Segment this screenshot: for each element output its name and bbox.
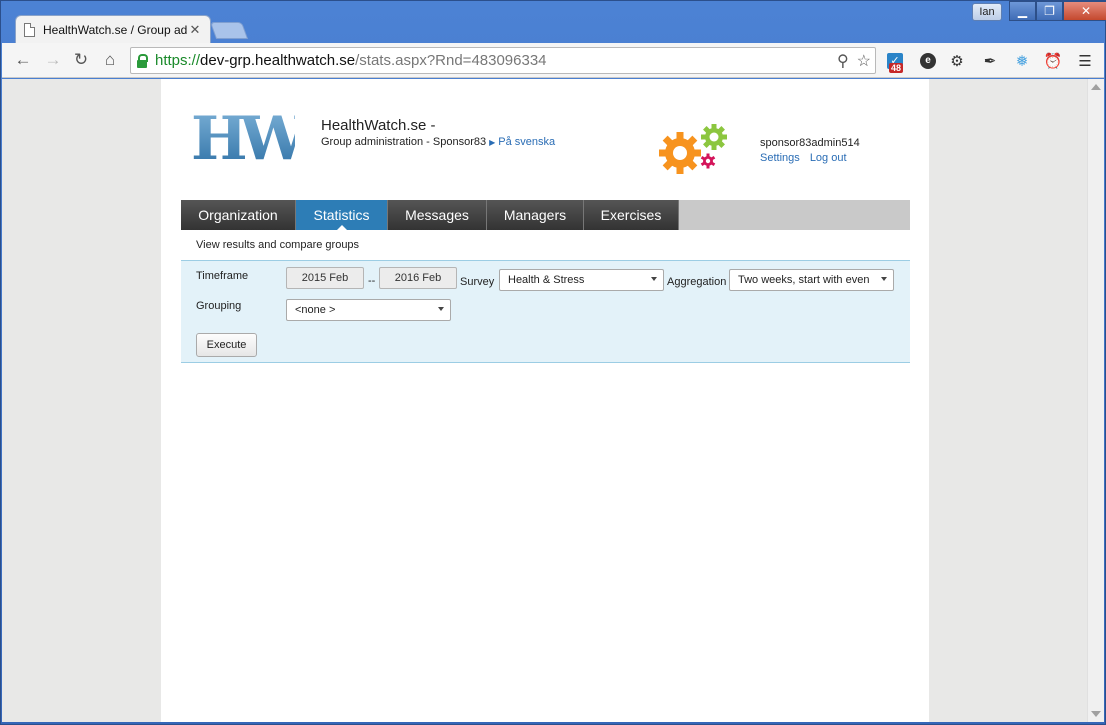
survey-select[interactable]: Health & Stress [499,269,664,291]
aggregation-select-value: Two weeks, start with even [738,274,870,286]
omnibox-actions: ⚲ ☆ [837,51,871,71]
survey-select-value: Health & Stress [508,274,585,286]
home-icon[interactable]: ⌂ [99,50,121,70]
chevron-down-icon [881,277,887,281]
grouping-select[interactable]: <none > [286,299,451,321]
maximize-button[interactable]: ❐ [1036,1,1063,21]
tab-statistics[interactable]: Statistics [296,200,388,231]
menu-icon[interactable]: ☰ [1075,51,1095,71]
close-window-button[interactable]: ✕ [1063,1,1106,21]
timeframe-label: Timeframe [196,270,249,282]
filter-panel: Timeframe 2015 Feb -- 2016 Feb Survey He… [181,260,910,363]
back-arrow-icon[interactable]: ← [12,50,34,70]
scroll-up-icon[interactable] [1091,84,1101,90]
timeframe-from-field[interactable]: 2015 Feb [286,267,364,289]
svg-text:HW: HW [191,107,295,167]
healthwatch-logo[interactable]: HW [191,104,317,174]
browser-toolbar: ← → ↻ ⌂ https://dev-grp.healthwatch.se/s… [2,43,1104,78]
eyedropper-icon[interactable]: ✒ [980,51,1000,71]
tab-messages[interactable]: Messages [388,200,487,230]
tab-organization[interactable]: Organization [181,200,296,230]
tab-title: HealthWatch.se / Group adm [43,22,188,37]
extension-badge: 48 [889,63,904,73]
minimize-button[interactable]: ▁ [1009,1,1036,21]
aggregation-label: Aggregation [667,276,727,288]
profile-badge[interactable]: Ian [972,3,1002,21]
alarm-clock-icon[interactable]: ⏰ [1043,51,1063,71]
address-bar[interactable]: https://dev-grp.healthwatch.se/stats.asp… [130,47,876,74]
extension-coin-icon[interactable]: e [918,51,938,71]
arrow-right-icon: ▶ [489,138,496,147]
window-controls: ▁ ❐ ✕ [1009,1,1106,21]
logout-link[interactable]: Log out [810,152,847,164]
tab-exercises[interactable]: Exercises [584,200,679,230]
grouping-select-value: <none > [295,304,336,316]
settings-link[interactable]: Settings [760,152,800,164]
main-nav: Organization Statistics Messages Manager… [181,200,910,231]
gears-icon [658,123,732,175]
extension-flower-icon[interactable]: ❅ [1012,51,1032,71]
execute-button[interactable]: Execute [196,333,257,357]
page-icon [24,22,35,37]
browser-window: HealthWatch.se / Group adm ✕ Ian ▁ ❐ ✕ ←… [0,0,1106,725]
reload-icon[interactable]: ↻ [70,50,92,70]
lock-icon [137,53,148,68]
grouping-label: Grouping [196,300,242,312]
page-content: HW HealthWatch.se - Group administration… [161,79,929,722]
bookmark-star-icon[interactable]: ☆ [857,51,871,71]
aggregation-select[interactable]: Two weeks, start with even [729,269,894,291]
timeframe-separator: -- [368,275,376,287]
title-bar: HealthWatch.se / Group adm ✕ Ian ▁ ❐ ✕ [1,1,1106,43]
forward-arrow-icon[interactable]: → [42,50,64,70]
browser-tab[interactable]: HealthWatch.se / Group adm ✕ [15,15,211,43]
chevron-down-icon [651,277,657,281]
scroll-down-icon[interactable] [1091,711,1101,717]
tab-close-icon[interactable]: ✕ [188,22,202,38]
username: sponsor83admin514 [760,137,860,149]
language-link[interactable]: På svenska [498,136,555,148]
extension-gear-icon[interactable]: ⚙ [947,51,967,71]
user-links: Settings Log out [760,152,854,164]
chevron-down-icon [438,307,444,311]
tab-managers[interactable]: Managers [487,200,584,230]
zoom-search-icon[interactable]: ⚲ [837,51,849,71]
survey-label: Survey [460,276,495,288]
site-subtitle: Group administration - Sponsor83 ▶ På sven… [321,136,556,148]
site-title: HealthWatch.se - [321,117,436,134]
url-text: https://dev-grp.healthwatch.se/stats.asp… [155,52,547,69]
page-viewport: HW HealthWatch.se - Group administration… [2,79,1104,722]
timeframe-to-field[interactable]: 2016 Feb [379,267,457,289]
extension-check-icon[interactable]: ✓ 48 [885,51,905,73]
vertical-scrollbar[interactable] [1087,79,1104,722]
subnav-label: View results and compare groups [196,239,360,251]
new-tab-button[interactable] [209,22,249,39]
